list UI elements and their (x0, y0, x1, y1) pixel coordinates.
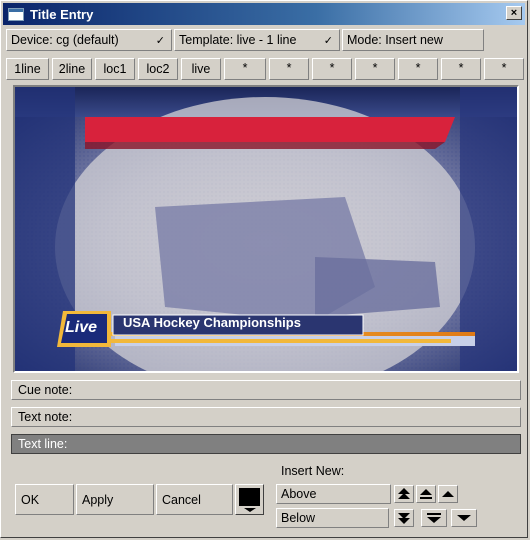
text-line-field[interactable]: Text line: (11, 434, 521, 454)
template-button-loc1[interactable]: loc1 (95, 58, 135, 80)
window-icon (8, 7, 24, 21)
window-title: Title Entry (30, 6, 94, 22)
eject-down-icon (427, 513, 441, 523)
insert-above-button[interactable]: Above (276, 484, 391, 504)
video-preview: Live USA Hockey Championships (13, 85, 519, 373)
template-button-empty-3[interactable]: * (312, 58, 352, 80)
title-entry-window: Title Entry × Device: cg (default) ✓ Tem… (0, 0, 528, 538)
template-button-live[interactable]: live (181, 58, 221, 80)
move-to-top-icon (398, 488, 410, 499)
move-up-icon (442, 491, 454, 497)
template-dropdown[interactable]: Template: live - 1 line ✓ (174, 29, 340, 51)
insert-above-label: Above (281, 487, 317, 501)
insert-below-button[interactable]: Below (276, 508, 389, 528)
move-to-bottom-icon (398, 513, 410, 524)
cancel-button[interactable]: Cancel (156, 484, 233, 515)
template-button-empty-5[interactable]: * (398, 58, 438, 80)
template-button-1line[interactable]: 1line (6, 58, 49, 80)
template-button-empty-4[interactable]: * (355, 58, 395, 80)
template-button-empty-2[interactable]: * (269, 58, 309, 80)
move-to-bottom-button[interactable] (394, 509, 414, 527)
mode-label: Mode: Insert new (347, 33, 443, 47)
insert-below-label: Below (281, 511, 316, 525)
template-button-empty-6[interactable]: * (441, 58, 481, 80)
chevron-down-icon (244, 508, 256, 512)
move-up-button[interactable] (438, 485, 458, 503)
template-button-loc2[interactable]: loc2 (138, 58, 178, 80)
title-bar: Title Entry × (3, 3, 525, 25)
template-button-2line[interactable]: 2line (52, 58, 92, 80)
caption-text: USA Hockey Championships (123, 315, 301, 330)
move-down-icon (457, 515, 471, 521)
mode-dropdown[interactable]: Mode: Insert new (342, 29, 484, 51)
ok-button[interactable]: OK (15, 484, 74, 515)
template-label: Template: live - 1 line (179, 33, 297, 47)
move-to-top-button[interactable] (394, 485, 414, 503)
color-swatch (239, 488, 260, 506)
apply-button[interactable]: Apply (76, 484, 154, 515)
device-dropdown[interactable]: Device: cg (default) ✓ (6, 29, 172, 51)
close-button[interactable]: × (506, 6, 522, 20)
check-icon: ✓ (323, 35, 333, 47)
template-button-empty-7[interactable]: * (484, 58, 524, 80)
move-down-button[interactable] (451, 509, 477, 527)
eject-up-icon (420, 489, 432, 499)
eject-up-button[interactable] (416, 485, 436, 503)
template-button-empty-1[interactable]: * (224, 58, 266, 80)
device-label: Device: cg (default) (11, 33, 119, 47)
insert-new-label: Insert New: (281, 464, 345, 478)
cue-note-field[interactable]: Cue note: (11, 380, 521, 400)
text-note-field[interactable]: Text note: (11, 407, 521, 427)
eject-down-button[interactable] (421, 509, 447, 527)
color-picker-button[interactable] (235, 484, 264, 515)
check-icon: ✓ (155, 35, 165, 47)
live-badge: Live (65, 319, 98, 336)
